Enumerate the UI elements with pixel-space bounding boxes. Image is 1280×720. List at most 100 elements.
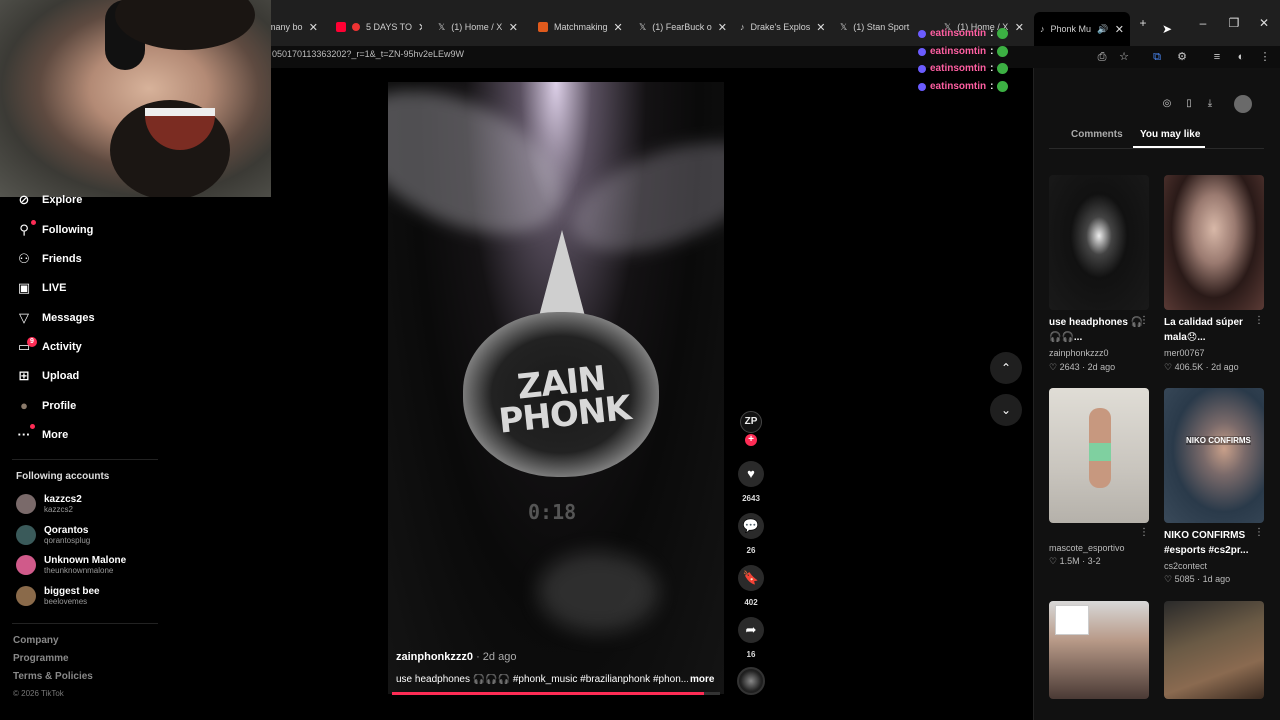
browser-tab[interactable]: many bo ✕ [262, 14, 324, 40]
card-likes: 5085 [1174, 574, 1195, 584]
card-title[interactable]: La calidad súper mala😞... [1164, 315, 1260, 345]
smoke-shape [538, 552, 658, 632]
tab-close-icon[interactable]: ✕ [718, 21, 727, 34]
tab-close-icon[interactable]: ✕ [1015, 21, 1024, 34]
followed-account[interactable]: kazzcs2 kazzcs2 [16, 494, 82, 514]
tiktok-icon: ♪ [740, 22, 745, 32]
footer-link-company[interactable]: Company [13, 635, 59, 646]
nav-upload[interactable]: ⊞ Upload [16, 368, 80, 384]
browser-tab[interactable]: 𝕏 (1) Home / X ✕ [432, 14, 524, 40]
tab-comments[interactable]: Comments [1071, 129, 1123, 140]
inset-image-shape [1055, 605, 1089, 635]
video-thumbnail[interactable] [1164, 175, 1264, 310]
webcam-overlay [0, 0, 271, 197]
card-more-icon[interactable]: ⋮ [1139, 315, 1149, 326]
explore-compass-icon[interactable]: ◎ [1158, 95, 1176, 113]
next-video-chevron-down-icon[interactable]: ⌄ [990, 394, 1022, 426]
nav-explore[interactable]: ⊘ Explore [16, 192, 83, 208]
nav-activity[interactable]: ▭ Activity [16, 339, 82, 355]
bookmark-icon[interactable]: 🔖 [738, 565, 764, 591]
tab-label: 5 DAYS TO [366, 22, 413, 32]
card-user[interactable]: cs2contect [1164, 561, 1207, 571]
card-more-icon[interactable]: ⋮ [1139, 527, 1149, 538]
comment-icon[interactable]: 💬 [738, 513, 764, 539]
url-text[interactable]: 050170113363202?_r=1&_t=ZN-95hv2eLEw9W [272, 49, 464, 59]
extension-icon[interactable]: ⧉ [1149, 49, 1165, 65]
browser-tab[interactable]: ♪ Drake's Explos ✕ [734, 14, 828, 40]
browser-menu-icon[interactable]: ⋮ [1257, 49, 1273, 65]
speaker-icon[interactable]: 🔊 [1097, 24, 1108, 35]
card-title[interactable]: use headphones 🎧🎧🎧... [1049, 315, 1145, 345]
footer-link-terms[interactable]: Terms & Policies [13, 671, 93, 682]
like-heart-icon[interactable]: ♥ [738, 461, 764, 487]
followed-account[interactable]: Qorantos qorantosplug [16, 525, 90, 545]
account-name: kazzcs2 [44, 494, 82, 505]
browser-tab-active[interactable]: ♪ Phonk Mu 🔊 ✕ [1034, 12, 1130, 46]
nav-more[interactable]: ··· More [16, 427, 69, 443]
like-count: 2643 [742, 494, 760, 503]
music-disc-icon[interactable] [737, 667, 765, 695]
puzzle-icon[interactable]: ⚙ [1174, 49, 1190, 65]
nav-label: Explore [42, 194, 83, 206]
video-thumbnail[interactable] [1164, 601, 1264, 699]
more-icon: ··· [17, 427, 31, 442]
tab-close-icon[interactable]: ✕ [309, 21, 318, 34]
new-tab-button[interactable]: + [1136, 16, 1150, 30]
active-tab-underline [1133, 146, 1205, 148]
bookmark-star-icon[interactable]: ☆ [1116, 49, 1132, 65]
tab-you-may-like[interactable]: You may like [1140, 129, 1200, 140]
creator-avatar[interactable]: ZP [740, 411, 762, 433]
video-thumbnail[interactable] [1049, 388, 1149, 523]
video-player[interactable]: ZAIN PHONK 0:18 [388, 82, 724, 694]
chat-badge-icon [918, 64, 926, 73]
minimize-icon[interactable]: – [1196, 16, 1210, 30]
download-icon[interactable]: ⤓ [1201, 95, 1219, 113]
browser-tab[interactable]: 𝕏 (1) FearBuck o ✕ [633, 14, 729, 40]
video-thumbnail[interactable] [1049, 175, 1149, 310]
footer-link-programme[interactable]: Programme [13, 653, 69, 664]
tab-close-icon[interactable]: ✕ [509, 21, 518, 34]
share-arrow-icon[interactable]: ➦ [738, 617, 764, 643]
tab-label: many bo [268, 22, 303, 32]
card-user[interactable]: zainphonkzzz0 [1049, 348, 1109, 358]
media-control-icon[interactable]: ≡ [1209, 49, 1225, 65]
nav-profile[interactable]: ● Profile [16, 398, 76, 414]
browser-tab[interactable]: 5 DAYS TO ✕ [330, 14, 422, 40]
user-avatar[interactable] [1234, 95, 1252, 113]
nav-messages[interactable]: ▽ Messages [16, 310, 95, 326]
browser-tab[interactable]: Matchmaking ✕ [532, 14, 626, 40]
video-author[interactable]: zainphonkzzz0 · 2d ago [396, 651, 516, 663]
video-thumbnail[interactable]: NIKO CONFIRMS [1164, 388, 1264, 523]
caption-more-button[interactable]: more [690, 674, 714, 685]
nav-following[interactable]: ⚲ Following [16, 222, 93, 238]
author-name[interactable]: zainphonkzzz0 [396, 651, 473, 663]
card-user[interactable]: mer00767 [1164, 348, 1205, 358]
card-age: 2d ago [1087, 362, 1116, 372]
browser-tab[interactable]: 𝕏 (1) Stan Sport [834, 14, 914, 40]
window-close-icon[interactable]: ✕ [1257, 16, 1271, 30]
card-more-icon[interactable]: ⋮ [1254, 315, 1264, 326]
video-progress-bar[interactable] [392, 692, 720, 695]
restore-icon[interactable]: ❐ [1227, 16, 1241, 30]
card-age: 1d ago [1202, 574, 1231, 584]
tab-close-icon[interactable]: ✕ [418, 21, 422, 34]
install-app-icon[interactable]: ⎙ [1094, 49, 1110, 65]
card-title[interactable]: NIKO CONFIRMS #esports #cs2pr... [1164, 528, 1260, 558]
card-more-icon[interactable]: ⋮ [1254, 527, 1264, 538]
mobile-icon[interactable]: ▯ [1180, 95, 1198, 113]
profile-avatar-icon[interactable]: ◐ [1233, 49, 1249, 65]
tab-close-icon[interactable]: ✕ [816, 21, 825, 34]
nav-friends[interactable]: ⚇ Friends [16, 251, 82, 267]
followed-account[interactable]: Unknown Malone theunknownmalone [16, 555, 126, 575]
nav-label: Messages [42, 312, 95, 324]
card-meta: ♡ 406.5K · 2d ago [1164, 362, 1239, 372]
previous-video-chevron-up-icon[interactable]: ⌃ [990, 352, 1022, 384]
tab-close-icon[interactable]: ✕ [614, 21, 623, 34]
video-thumbnail[interactable] [1049, 601, 1149, 699]
tab-close-icon[interactable]: ✕ [1115, 23, 1124, 36]
card-user[interactable]: mascote_esportivo [1049, 543, 1125, 553]
card-meta: ♡ 2643 · 2d ago [1049, 362, 1116, 372]
followed-account[interactable]: biggest bee beelovemes [16, 586, 100, 606]
nav-live[interactable]: ▣ LIVE [16, 280, 67, 296]
follow-plus-icon[interactable]: + [745, 434, 757, 446]
